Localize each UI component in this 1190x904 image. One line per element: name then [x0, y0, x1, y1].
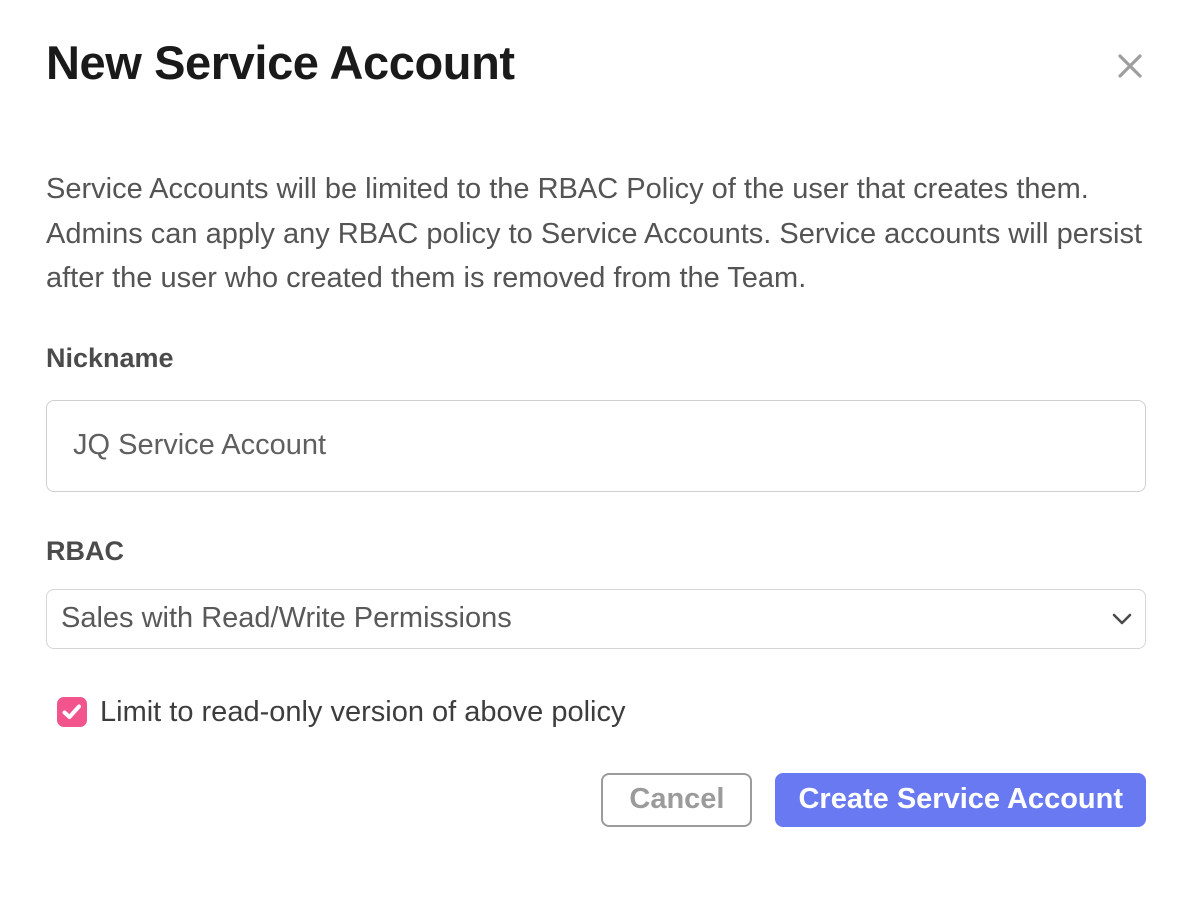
modal-footer: Cancel Create Service Account: [46, 773, 1146, 827]
rbac-select[interactable]: Sales with Read/Write Permissions: [46, 589, 1146, 649]
read-only-checkbox[interactable]: [57, 697, 87, 727]
rbac-selected-option: Sales with Read/Write Permissions: [61, 602, 512, 635]
modal-title: New Service Account: [46, 37, 1146, 89]
nickname-label: Nickname: [46, 341, 1146, 375]
close-button[interactable]: [1114, 50, 1146, 82]
create-service-account-button[interactable]: Create Service Account: [775, 773, 1146, 827]
modal-description: Service Accounts will be limited to the …: [46, 167, 1146, 301]
rbac-label: RBAC: [46, 534, 1146, 568]
read-only-checkbox-label: Limit to read-only version of above poli…: [100, 696, 625, 729]
nickname-input[interactable]: [46, 400, 1146, 492]
check-icon: [62, 704, 82, 720]
cancel-button[interactable]: Cancel: [601, 773, 752, 827]
close-icon: [1115, 51, 1145, 81]
chevron-down-icon: [1112, 613, 1132, 625]
new-service-account-modal: New Service Account Service Accounts wil…: [0, 0, 1190, 904]
read-only-checkbox-row[interactable]: Limit to read-only version of above poli…: [57, 696, 1146, 729]
